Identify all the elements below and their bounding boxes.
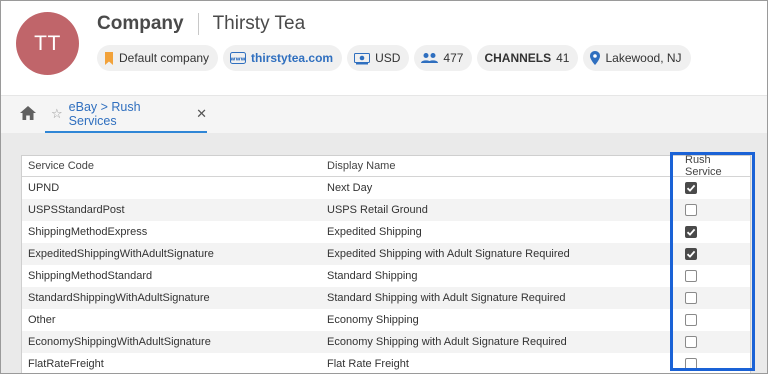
star-icon[interactable]: ☆: [51, 106, 63, 122]
table-header-row: Service Code Display Name Rush Service: [22, 154, 750, 178]
currency-chip[interactable]: USD: [347, 45, 410, 71]
home-icon[interactable]: [19, 105, 37, 121]
website-chip[interactable]: www thirstytea.com: [223, 45, 343, 71]
company-name: Thirsty Tea: [212, 13, 306, 34]
service-code-cell: USPSStandardPost: [28, 204, 125, 216]
rush-service-checkbox[interactable]: [685, 248, 697, 260]
display-name-cell: USPS Retail Ground: [327, 204, 428, 216]
table-row[interactable]: ShippingMethodExpress Expedited Shipping: [22, 221, 750, 243]
column-header-display-name[interactable]: Display Name: [327, 160, 395, 172]
check-icon: [686, 250, 696, 258]
rush-service-checkbox[interactable]: [685, 182, 697, 194]
website-link[interactable]: thirstytea.com: [251, 51, 333, 65]
rush-service-checkbox[interactable]: [685, 204, 697, 216]
table-row[interactable]: Other Economy Shipping: [22, 309, 750, 331]
users-count: 477: [443, 51, 464, 65]
title-row: Company Thirsty Tea: [97, 12, 305, 36]
users-chip[interactable]: 477: [414, 45, 473, 71]
channels-count: 41: [556, 51, 570, 65]
display-name-cell: Flat Rate Freight: [327, 358, 409, 370]
avatar: TT: [16, 12, 79, 75]
tab-label: eBay > Rush Services: [68, 99, 141, 128]
svg-text:www: www: [230, 57, 245, 63]
service-code-cell: ShippingMethodExpress: [28, 226, 148, 238]
rush-service-checkbox[interactable]: [685, 314, 697, 326]
display-name-cell: Next Day: [327, 182, 373, 194]
column-header-service-code[interactable]: Service Code: [28, 160, 94, 172]
rush-services-table: Service Code Display Name Rush Service U…: [21, 154, 751, 373]
default-company-label: Default company: [119, 51, 210, 65]
users-icon: [421, 52, 439, 64]
service-code-cell: FlatRateFreight: [28, 358, 104, 370]
content-area: Service Code Display Name Rush Service U…: [1, 133, 767, 373]
company-label: Company: [97, 13, 184, 34]
column-header-rush-service[interactable]: Rush Service: [685, 154, 750, 178]
close-icon[interactable]: ✕: [196, 106, 207, 122]
rush-service-checkbox[interactable]: [685, 336, 697, 348]
location-pin-icon: [590, 51, 601, 65]
service-code-cell: ShippingMethodStandard: [28, 270, 153, 282]
www-icon: www: [230, 52, 247, 64]
app-frame: TT Company Thirsty Tea Default company w…: [0, 0, 768, 374]
default-company-chip[interactable]: Default company: [97, 45, 219, 71]
service-code-cell: UPND: [28, 182, 60, 194]
title-divider: [197, 13, 199, 35]
rush-service-checkbox[interactable]: [685, 358, 697, 370]
display-name-cell: Standard Shipping: [327, 270, 418, 282]
location-label: Lakewood, NJ: [605, 51, 682, 65]
check-icon: [686, 184, 696, 192]
table-row[interactable]: EconomyShippingWithAdultSignature Econom…: [22, 331, 750, 353]
rush-service-checkbox[interactable]: [685, 226, 697, 238]
table-row[interactable]: ExpeditedShippingWithAdultSignature Expe…: [22, 243, 750, 265]
service-code-cell: ExpeditedShippingWithAdultSignature: [28, 248, 214, 260]
currency-label: USD: [375, 51, 401, 65]
table-row[interactable]: USPSStandardPost USPS Retail Ground: [22, 199, 750, 221]
display-name-cell: Economy Shipping: [327, 314, 419, 326]
channels-chip[interactable]: CHANNELS 41: [477, 45, 579, 71]
rush-service-checkbox[interactable]: [685, 270, 697, 282]
table-row[interactable]: ShippingMethodStandard Standard Shipping: [22, 265, 750, 287]
rush-service-checkbox[interactable]: [685, 292, 697, 304]
service-code-cell: Other: [28, 314, 56, 326]
check-icon: [686, 228, 696, 236]
table-row[interactable]: UPND Next Day: [22, 177, 750, 199]
company-header: TT Company Thirsty Tea Default company w…: [1, 1, 767, 95]
channels-label: CHANNELS: [484, 51, 552, 65]
bookmark-icon: [104, 51, 114, 65]
tab-ebay-rush-services[interactable]: ☆ eBay > Rush Services ✕: [45, 96, 207, 133]
table-row[interactable]: FlatRateFreight Flat Rate Freight: [22, 353, 750, 373]
display-name-cell: Economy Shipping with Adult Signature Re…: [327, 336, 567, 348]
table-row[interactable]: StandardShippingWithAdultSignature Stand…: [22, 287, 750, 309]
service-code-cell: StandardShippingWithAdultSignature: [28, 292, 210, 304]
service-code-cell: EconomyShippingWithAdultSignature: [28, 336, 211, 348]
display-name-cell: Standard Shipping with Adult Signature R…: [327, 292, 566, 304]
display-name-cell: Expedited Shipping with Adult Signature …: [327, 248, 570, 260]
display-name-cell: Expedited Shipping: [327, 226, 422, 238]
tab-bar: ☆ eBay > Rush Services ✕: [1, 95, 767, 133]
currency-icon: [354, 52, 371, 65]
location-chip[interactable]: Lakewood, NJ: [583, 45, 691, 71]
company-info-chips: Default company www thirstytea.com USD 4…: [97, 45, 691, 71]
